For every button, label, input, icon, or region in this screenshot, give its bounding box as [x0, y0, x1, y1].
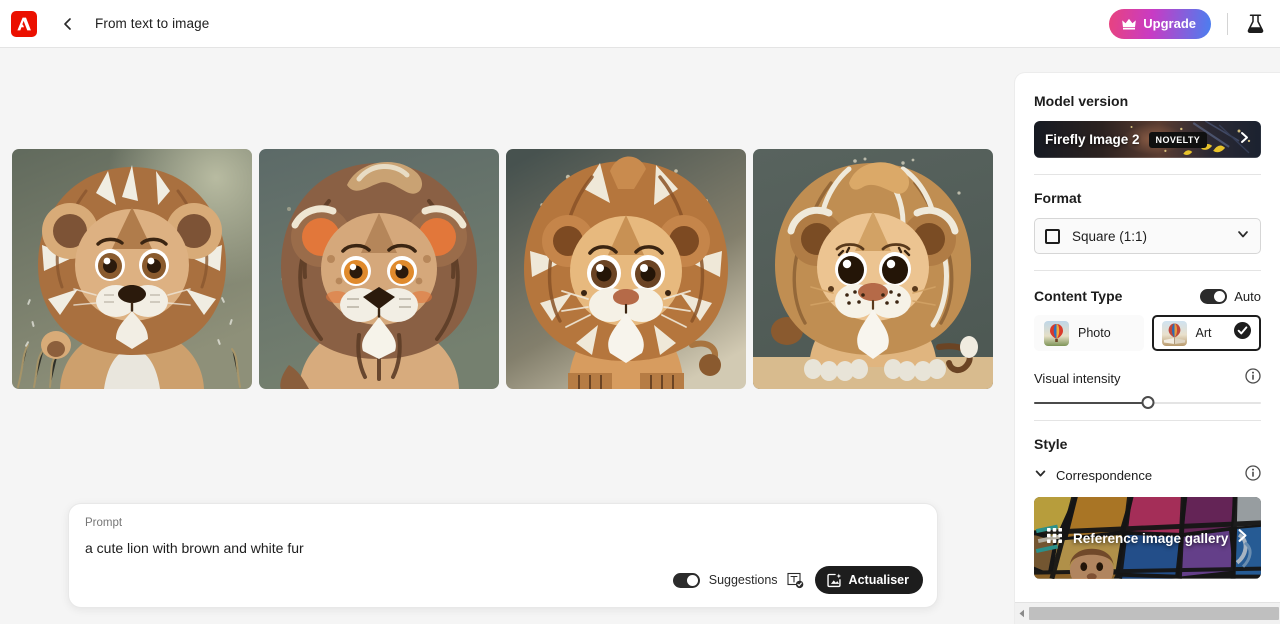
content-type-art[interactable]: Art [1151, 315, 1261, 351]
generated-image-2[interactable] [259, 149, 499, 389]
toggle-knob [1214, 290, 1226, 302]
visual-intensity-slider[interactable] [1034, 396, 1261, 409]
generated-image-4[interactable] [753, 149, 993, 389]
back-button[interactable] [55, 11, 81, 37]
slider-handle[interactable] [1141, 396, 1154, 409]
text-effects-icon[interactable] [786, 572, 804, 589]
chevron-right-icon [1238, 131, 1251, 149]
art-thumbnail-icon [1161, 320, 1187, 346]
divider-3 [1034, 420, 1261, 421]
visual-intensity-header: Visual intensity [1034, 368, 1261, 389]
generated-image-1[interactable] [12, 149, 252, 389]
prompt-actions: Suggestions Actualiser [672, 566, 923, 594]
chevron-right-icon [1235, 528, 1250, 548]
content-type-photo[interactable]: Photo [1034, 315, 1144, 351]
model-version-title: Model version [1034, 93, 1129, 109]
format-title: Format [1034, 190, 1082, 206]
photo-thumbnail-icon [1044, 320, 1069, 346]
slider-fill [1034, 402, 1148, 404]
square-icon [1045, 228, 1060, 244]
divider-2 [1034, 270, 1261, 271]
crown-icon [1122, 18, 1137, 29]
correspondence-label: Correspondence [1056, 468, 1153, 483]
prompt-label: Prompt [85, 517, 123, 529]
auto-toggle[interactable] [1200, 288, 1228, 304]
upgrade-button[interactable]: Upgrade [1109, 8, 1211, 39]
content-type-options: Photo Art [1034, 315, 1261, 351]
header-actions: Upgrade [1109, 0, 1280, 47]
generated-image-3[interactable] [506, 149, 746, 389]
prompt-panel: Prompt a cute lion with brown and white … [68, 503, 938, 608]
model-version-name: Firefly Image 2 [1045, 132, 1140, 147]
header-divider [1227, 12, 1228, 35]
caret-left-icon[interactable] [1015, 603, 1029, 624]
settings-panel: Model version Firefly Image 2 NOVELTY Fo… [1014, 72, 1280, 624]
generate-sparkle-icon [826, 573, 841, 587]
info-icon[interactable] [1245, 465, 1261, 486]
prompt-input[interactable]: a cute lion with brown and white fur [85, 540, 921, 556]
auto-label: Auto [1234, 288, 1261, 304]
model-version-selector[interactable]: Firefly Image 2 NOVELTY [1034, 121, 1261, 158]
main-canvas: Prompt a cute lion with brown and white … [0, 48, 1014, 624]
adobe-logo-icon[interactable] [11, 10, 37, 37]
page-title: From text to image [95, 16, 210, 31]
photo-label: Photo [1078, 326, 1111, 340]
chevron-down-icon [1034, 467, 1047, 485]
content-type-header: Content Type Auto [1034, 288, 1261, 304]
chevron-left-icon [64, 17, 71, 30]
novelty-badge: NOVELTY [1148, 131, 1208, 148]
reference-image-gallery[interactable]: Reference image gallery [1034, 497, 1261, 579]
style-title: Style [1034, 436, 1068, 452]
toggle-knob [686, 574, 698, 586]
art-label: Art [1195, 326, 1212, 340]
generated-images-row [12, 149, 993, 389]
app-header: From text to image Upgrade [0, 0, 1280, 48]
refresh-button[interactable]: Actualiser [814, 566, 923, 594]
visual-intensity-label: Visual intensity [1034, 371, 1121, 386]
divider-1 [1034, 174, 1261, 175]
upgrade-label: Upgrade [1143, 16, 1196, 31]
suggestions-label: Suggestions [708, 573, 778, 587]
panel-horizontal-scrollbar[interactable] [1015, 602, 1280, 624]
format-select[interactable]: Square (1:1) [1034, 218, 1261, 254]
info-icon[interactable] [1245, 368, 1261, 389]
grid-icon [1046, 527, 1063, 549]
suggestions-toggle[interactable] [672, 572, 700, 588]
correspondence-collapse[interactable]: Correspondence [1034, 465, 1261, 486]
check-circle-icon [1234, 322, 1251, 344]
scrollbar-thumb[interactable] [1029, 607, 1279, 620]
content-type-title: Content Type [1034, 288, 1123, 304]
flask-button[interactable] [1242, 11, 1268, 37]
format-value: Square (1:1) [1072, 228, 1148, 244]
flask-icon [1247, 13, 1263, 33]
chevron-down-icon [1236, 227, 1250, 246]
refresh-label: Actualiser [848, 573, 909, 587]
gallery-label: Reference image gallery [1073, 530, 1229, 546]
